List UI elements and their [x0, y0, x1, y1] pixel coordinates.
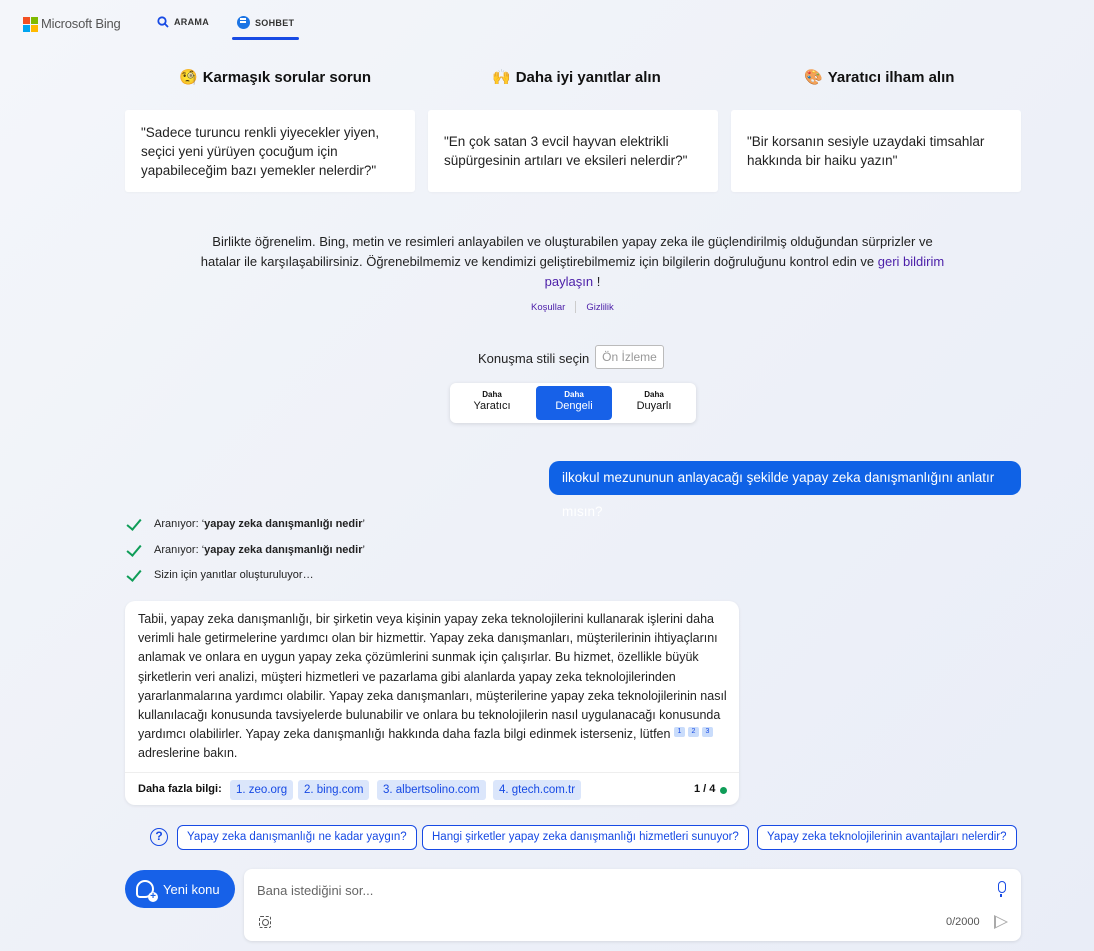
example-card-1[interactable]: "Sadece turuncu renkli yiyecekler yiyen,… — [125, 110, 415, 192]
source-link[interactable]: 4. gtech.com.tr — [493, 780, 582, 800]
example-card-2[interactable]: "En çok satan 3 evcil hayvan elektrikli … — [428, 110, 718, 192]
privacy-link[interactable]: Gizlilik — [586, 302, 613, 313]
suggestion-chip[interactable]: Yapay zeka teknolojilerinin avantajları … — [757, 825, 1017, 850]
feature-title-text: Karmaşık sorular sorun — [202, 68, 372, 86]
more-info-label: Daha fazla bilgi: — [138, 783, 222, 795]
answer-card: Tabii, yapay zeka danışmanlığı, bir şirk… — [125, 601, 739, 805]
thinking-face-icon: 🧐 — [179, 69, 198, 86]
source-link[interactable]: 1. zeo.org — [230, 780, 294, 800]
send-icon[interactable] — [994, 915, 1008, 929]
source-link[interactable]: 2. bing.com — [298, 780, 370, 800]
answer-body: Tabii, yapay zeka danışmanlığı, bir şirk… — [138, 612, 727, 742]
citation[interactable]: 2 — [687, 727, 699, 738]
status-line: Aranıyor: ‘yapay zeka danışmanlığı nedir… — [127, 544, 365, 556]
style-option-small: Daha — [482, 390, 502, 399]
style-selector: Daha Yaratıcı Daha Dengeli Daha Duyarlı — [450, 383, 696, 423]
new-chat-icon — [136, 880, 158, 902]
feature-title-complex: 🧐 Karmaşık sorular sorun — [179, 68, 372, 87]
example-card-3[interactable]: "Bir korsanın sesiyle uzaydaki timsahlar… — [731, 110, 1021, 192]
feature-title-text: Daha iyi yanıtlar alın — [515, 68, 661, 86]
citation[interactable]: 1 — [673, 727, 685, 738]
feature-title-better: 🙌 Daha iyi yanıtlar alın — [492, 68, 661, 87]
answer-footer: Daha fazla bilgi: 1. zeo.org 2. bing.com… — [125, 772, 739, 805]
turn-counter: 1 / 4 — [694, 783, 716, 795]
char-counter: 0/2000 — [946, 916, 980, 928]
footer-links: Koşullar Gizlilik — [531, 301, 614, 313]
style-label: Konuşma stili seçin — [478, 351, 590, 366]
terms-link[interactable]: Koşullar — [531, 302, 565, 313]
checkmark-icon — [127, 544, 145, 556]
disclaimer: Birlikte öğrenelim. Bing, metin ve resim… — [200, 232, 945, 292]
status-dot — [720, 787, 727, 794]
style-option-creative[interactable]: Daha Yaratıcı — [454, 386, 530, 420]
disclaimer-text: Birlikte öğrenelim. Bing, metin ve resim… — [200, 234, 933, 269]
tab-search[interactable]: ARAMA — [157, 16, 209, 28]
answer-text: Tabii, yapay zeka danışmanlığı, bir şirk… — [138, 610, 730, 764]
citation[interactable]: 3 — [701, 727, 713, 738]
feature-title-text: Yaratıcı ilham alın — [827, 68, 955, 86]
chat-composer: 0/2000 — [244, 869, 1021, 941]
status-line: Aranıyor: ‘yapay zeka danışmanlığı nedir… — [127, 518, 365, 530]
bing-logo[interactable]: Microsoft Bing — [23, 16, 121, 32]
logo-text: Microsoft Bing — [41, 16, 121, 31]
chat-input[interactable] — [257, 880, 977, 900]
status-prefix: Aranıyor: — [154, 544, 202, 556]
chat-icon — [237, 16, 250, 29]
new-topic-button[interactable]: Yeni konu — [125, 870, 235, 908]
feature-title-creative: 🎨 Yaratıcı ilham alın — [804, 68, 955, 87]
answer-suffix: adreslerine bakın. — [138, 746, 238, 761]
header: Microsoft Bing ARAMA SOHBET — [0, 0, 1094, 44]
suggestion-chip[interactable]: Yapay zeka danışmanlığı ne kadar yaygın? — [177, 825, 417, 850]
style-option-precise[interactable]: Daha Duyarlı — [616, 386, 692, 420]
style-option-small: Daha — [644, 390, 664, 399]
suggestion-chip[interactable]: Hangi şirketler yapay zeka danışmanlığı … — [422, 825, 749, 850]
divider — [575, 301, 577, 313]
style-option-big: Yaratıcı — [473, 400, 511, 412]
search-icon — [157, 16, 169, 28]
status-query: yapay zeka danışmanlığı nedir — [204, 518, 363, 530]
tab-chat-label: SOHBET — [255, 17, 295, 28]
raised-hands-icon: 🙌 — [492, 69, 511, 86]
style-option-balanced[interactable]: Daha Dengeli — [536, 386, 612, 420]
new-topic-label: Yeni konu — [163, 881, 220, 897]
tab-chat[interactable]: SOHBET — [237, 16, 294, 29]
checkmark-icon — [127, 518, 145, 530]
status-line: Sizin için yanıtlar oluşturuluyor… — [127, 569, 314, 581]
tab-search-label: ARAMA — [174, 17, 209, 27]
visual-search-icon[interactable] — [259, 916, 271, 928]
source-link[interactable]: 3. albertsolino.com — [377, 780, 486, 800]
status-prefix: Aranıyor: — [154, 518, 202, 530]
microsoft-logo-icon — [23, 16, 38, 32]
active-tab-indicator — [232, 37, 299, 40]
style-option-big: Dengeli — [555, 400, 593, 412]
help-icon[interactable]: ? — [150, 828, 168, 846]
style-option-big: Duyarlı — [636, 400, 672, 412]
status-query: yapay zeka danışmanlığı nedir — [204, 544, 363, 556]
checkmark-icon — [127, 569, 145, 581]
style-option-small: Daha — [564, 390, 584, 399]
preview-badge: Ön İzleme — [595, 345, 664, 369]
disclaimer-suffix: ! — [593, 274, 601, 289]
palette-icon: 🎨 — [804, 69, 823, 86]
user-message: ilkokul mezununun anlayacağı şekilde yap… — [549, 461, 1021, 519]
microphone-icon[interactable] — [998, 881, 1006, 897]
status-prefix: Sizin için yanıtlar oluşturuluyor… — [154, 569, 314, 581]
